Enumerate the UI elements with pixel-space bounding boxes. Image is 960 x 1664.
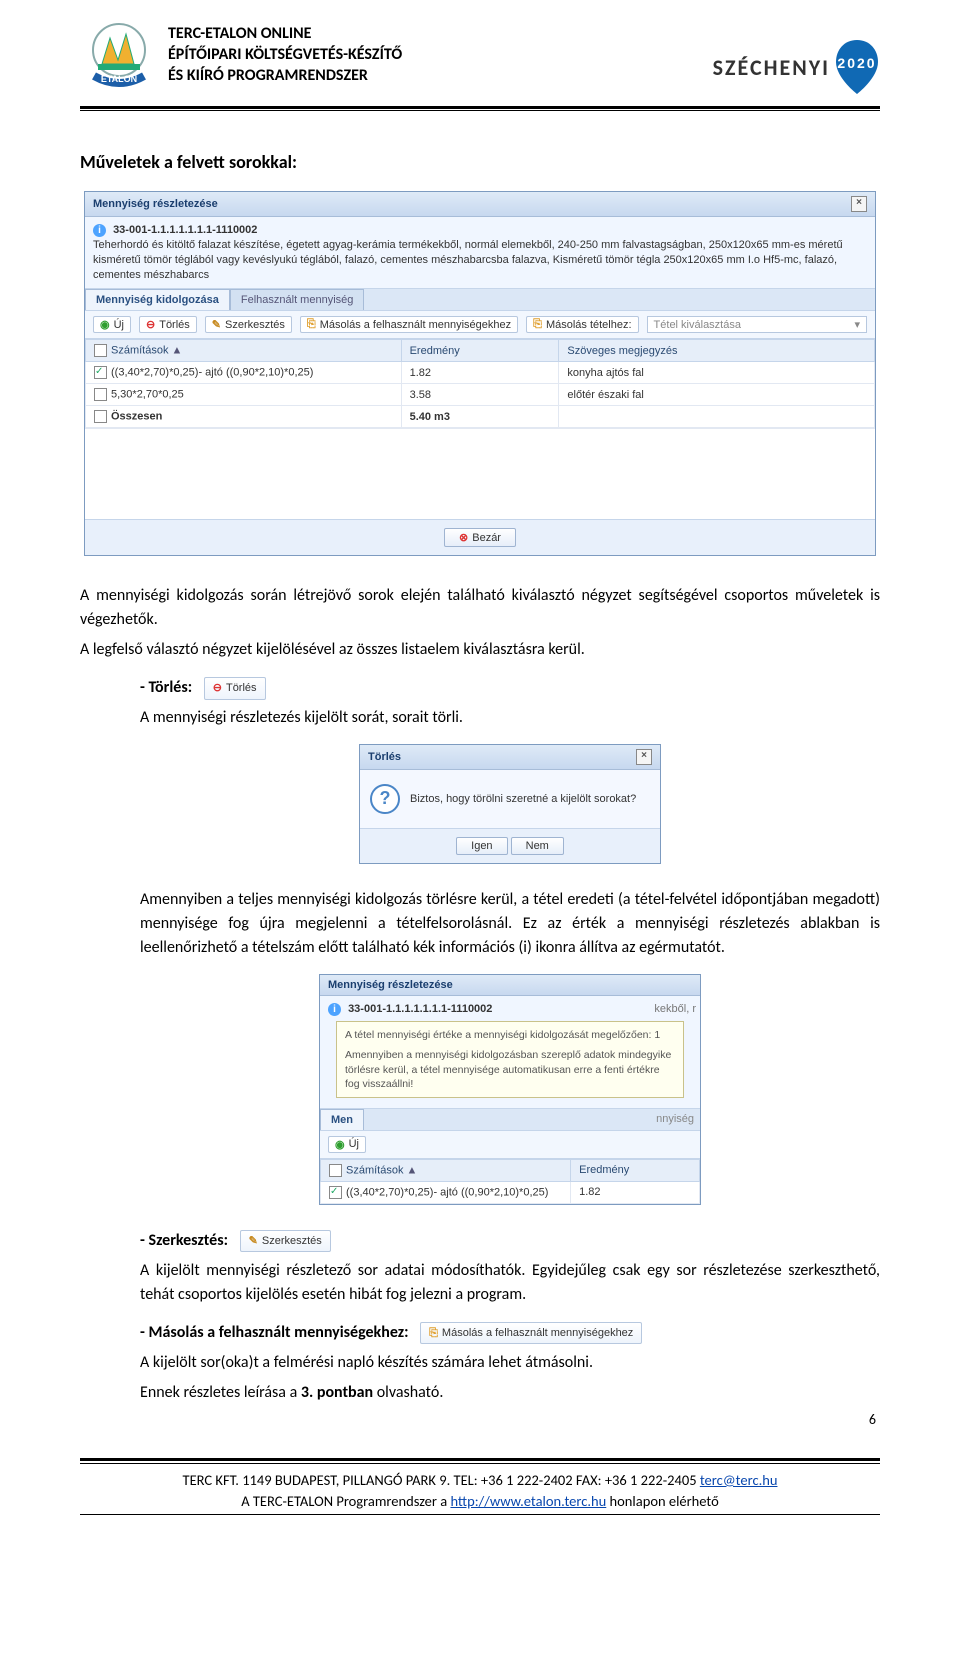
copy-description-1: A kijelölt sor(oka)t a felmérési napló k…: [140, 1351, 880, 1375]
delete-button-inline[interactable]: ⊖Törlés: [204, 677, 266, 700]
brand-title: TERC-ETALON ONLINE ÉPÍTŐIPARI KÖLTSÉGVET…: [168, 20, 402, 86]
document-header: ETALON TERC-ETALON ONLINE ÉPÍTŐIPARI KÖL…: [80, 20, 880, 98]
tab-fragment[interactable]: Men: [320, 1109, 364, 1130]
close-icon[interactable]: ×: [636, 749, 652, 765]
new-button[interactable]: ◉Új: [328, 1136, 366, 1153]
col-calc: Számítások: [111, 345, 168, 357]
item-code: 33-001-1.1.1.1.1.1.1-1110002: [113, 224, 257, 236]
email-link[interactable]: terc@terc.hu: [700, 1471, 778, 1489]
col-result: Eredmény: [401, 340, 559, 362]
clipped-text: kekből, r: [654, 1002, 696, 1017]
copy-description-2: Ennek részletes leírása a 3. pontban olv…: [140, 1381, 880, 1405]
brand-line-3: ÉS KIÍRÓ PROGRAMRENDSZER: [168, 66, 402, 87]
szechenyi-logo: SZÉCHENYI 2020: [713, 20, 880, 96]
svg-text:ETALON: ETALON: [101, 74, 137, 84]
quantity-detail-tooltip-crop: Mennyiség részletezése i 33-001-1.1.1.1.…: [319, 974, 701, 1205]
item-code: 33-001-1.1.1.1.1.1.1-1110002: [348, 1003, 492, 1015]
edit-description: A kijelölt mennyiségi részletező sor ada…: [140, 1259, 880, 1307]
copy-to-item-label: ⎘Másolás tételhez:: [526, 316, 638, 333]
paragraph: Amennyiben a teljes mennyiségi kidolgozá…: [140, 888, 880, 960]
paragraph: A legfelső választó négyzet kijelöléséve…: [80, 638, 880, 662]
page-number: 6: [80, 1411, 876, 1428]
edit-heading-line: - Szerkesztés: ✎Szerkesztés: [140, 1229, 880, 1253]
yes-button[interactable]: Igen: [456, 837, 507, 855]
szechenyi-text: SZÉCHENYI: [713, 54, 830, 81]
delete-confirm-dialog: Törlés × ? Biztos, hogy törölni szeretné…: [359, 744, 661, 864]
brand-line-2: ÉPÍTŐIPARI KÖLTSÉGVETÉS-KÉSZÍTŐ: [168, 45, 402, 66]
dialog-title: Mennyiség részletezése: [93, 198, 218, 210]
tooltip: A tétel mennyiségi értéke a mennyiségi k…: [336, 1021, 684, 1098]
close-icon[interactable]: ×: [851, 196, 867, 212]
clipped-text: nnyiség: [364, 1109, 700, 1130]
delete-button[interactable]: ⊖Törlés: [139, 316, 197, 333]
table-row-total: Összesen 5.40 m3: [86, 406, 875, 428]
delete-description: A mennyiségi részletezés kijelölt sorát,…: [140, 706, 880, 730]
edit-label: - Szerkesztés:: [140, 1231, 228, 1250]
quantity-detail-dialog: Mennyiség részletezése × i 33-001-1.1.1.…: [84, 191, 876, 556]
select-all-checkbox[interactable]: [329, 1164, 342, 1177]
edit-button-inline[interactable]: ✎Szerkesztés: [240, 1230, 331, 1253]
confirm-message: Biztos, hogy törölni szeretné a kijelölt…: [410, 793, 636, 805]
delete-label: - Törlés:: [140, 678, 192, 697]
row-checkbox[interactable]: [94, 366, 107, 379]
pin-year: 2020: [837, 55, 876, 71]
section-title: Műveletek a felvett sorokkal:: [80, 151, 880, 173]
info-icon: i: [93, 224, 106, 237]
row-checkbox[interactable]: [94, 410, 107, 423]
header-rule-thin: [80, 110, 880, 111]
table-row[interactable]: ((3,40*2,70)*0,25)- ajtó ((0,90*2,10)*0,…: [321, 1181, 700, 1203]
pin-icon: 2020: [834, 38, 880, 96]
chevron-down-icon: ▾: [854, 318, 860, 331]
edit-button[interactable]: ✎Szerkesztés: [205, 316, 292, 333]
brand-line-1: TERC-ETALON ONLINE: [168, 24, 402, 45]
item-select-combo[interactable]: Tétel kiválasztása ▾: [647, 316, 867, 333]
info-icon[interactable]: i: [328, 1003, 341, 1016]
dialog-title: Mennyiség részletezése: [328, 979, 453, 991]
close-button[interactable]: ⊗Bezár: [444, 528, 516, 547]
paragraph: A mennyiségi kidolgozás során létrejövő …: [80, 584, 880, 632]
copy-label: - Másolás a felhasznált mennyiségekhez:: [140, 1323, 408, 1342]
table-row[interactable]: ((3,40*2,70)*0,25)- ajtó ((0,90*2,10)*0,…: [86, 362, 875, 384]
item-description: Teherhordó és kitöltő falazat készítése,…: [93, 239, 843, 281]
select-all-checkbox[interactable]: [94, 344, 107, 357]
new-button[interactable]: ◉Új: [93, 316, 131, 333]
terc-etalon-logo: ETALON: [80, 20, 158, 98]
item-info-bar: i 33-001-1.1.1.1.1.1.1-1110002 Teherhord…: [85, 217, 875, 289]
confirm-title: Törlés: [368, 751, 401, 763]
copy-heading-line: - Másolás a felhasznált mennyiségekhez: …: [140, 1321, 880, 1345]
col-note: Szöveges megjegyzés: [559, 340, 875, 362]
table-row[interactable]: 5,30*2,70*0,25 3.58 előtér északi fal: [86, 384, 875, 406]
question-icon: ?: [370, 784, 400, 814]
no-button[interactable]: Nem: [511, 837, 564, 855]
calculation-grid: Számítások ▲ Eredmény Szöveges megjegyzé…: [85, 339, 875, 428]
document-footer: TERC KFT. 1149 BUDAPEST, PILLANGÓ PARK 9…: [80, 1458, 880, 1515]
website-link[interactable]: http://www.etalon.terc.hu: [450, 1492, 606, 1510]
sort-icon[interactable]: ▲: [172, 345, 183, 357]
row-checkbox[interactable]: [94, 388, 107, 401]
dialog-toolbar: ◉Új ⊖Törlés ✎Szerkesztés ⎘Másolás a felh…: [85, 310, 875, 339]
delete-heading-line: - Törlés: ⊖Törlés: [140, 676, 880, 700]
header-rule-thick: [80, 106, 880, 109]
copy-to-used-button[interactable]: ⎘Másolás a felhasznált mennyiségekhez: [300, 316, 518, 333]
tab-used-quantity[interactable]: Felhasznált mennyiség: [230, 289, 365, 310]
copy-button-inline[interactable]: ⎘Másolás a felhasznált mennyiségekhez: [420, 1322, 642, 1345]
row-checkbox[interactable]: [329, 1186, 342, 1199]
tab-quantity-calc[interactable]: Mennyiség kidolgozása: [85, 289, 230, 310]
